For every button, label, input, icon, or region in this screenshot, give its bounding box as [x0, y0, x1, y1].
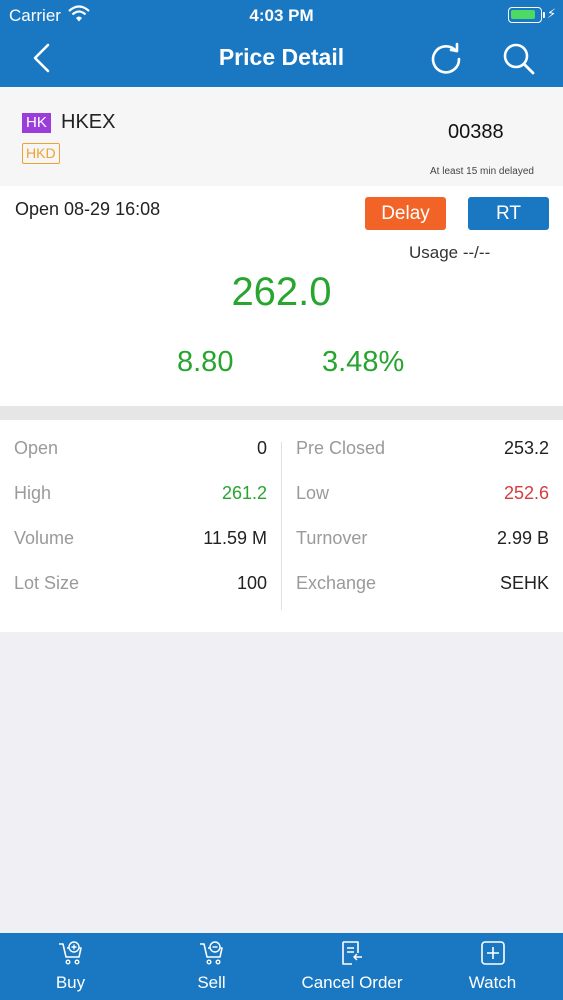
- tab-cancel-order[interactable]: Cancel Order: [282, 933, 422, 1000]
- usage-text: Usage --/--: [409, 243, 491, 262]
- stat-label-volume: Volume: [14, 528, 75, 548]
- stat-label-turnover: Turnover: [296, 528, 368, 548]
- stat-label-high: High: [14, 483, 52, 503]
- battery-level: [511, 10, 535, 19]
- price-change: 8.80: [177, 346, 234, 378]
- realtime-button[interactable]: RT: [468, 197, 549, 230]
- cart-minus-icon: [199, 941, 223, 965]
- stat-value-turnover: 2.99 B: [496, 528, 549, 548]
- tab-sell[interactable]: Sell: [141, 933, 282, 1000]
- stat-label-low: Low: [296, 483, 330, 503]
- stat-value-volume: 11.59 M: [203, 528, 267, 548]
- stat-row: Open 0 Pre Closed 253.2: [0, 438, 563, 483]
- plus-square-icon: [480, 941, 505, 965]
- page-title: Price Detail: [218, 44, 345, 70]
- section-divider: [0, 406, 563, 420]
- stat-label-exchange: Exchange: [296, 573, 377, 593]
- price-panel: Open 08-29 16:08 Delay RT Usage --/-- 26…: [0, 186, 563, 406]
- tab-label-buy: Buy: [55, 973, 86, 992]
- battery-tip: [543, 12, 545, 18]
- tab-watch[interactable]: Watch: [422, 933, 563, 1000]
- tab-buy[interactable]: Buy: [0, 933, 141, 1000]
- stock-code: 00388: [448, 121, 504, 143]
- stat-row: Volume 11.59 M Turnover 2.99 B: [0, 528, 563, 573]
- stat-label-open: Open: [14, 438, 59, 458]
- app-screen: Carrier 4:03 PM ⚡ Price Detail HK HKEX H…: [0, 0, 563, 1000]
- stat-label-lot-size: Lot Size: [14, 573, 80, 593]
- stat-row: Lot Size 100 Exchange SEHK: [0, 573, 563, 618]
- bottom-tab-bar: Buy Sell Cancel Order Watch: [0, 933, 563, 1000]
- currency-badge: HKD: [22, 143, 60, 164]
- stat-value-low: 252.6: [503, 483, 549, 503]
- header: Carrier 4:03 PM ⚡ Price Detail: [0, 0, 563, 87]
- stat-value-pre-closed: 253.2: [503, 438, 549, 458]
- tab-label-sell: Sell: [197, 973, 226, 992]
- stat-label-pre-closed: Pre Closed: [296, 438, 386, 458]
- tab-label-watch: Watch: [468, 973, 517, 992]
- delay-button[interactable]: Delay: [365, 197, 446, 230]
- charging-icon: ⚡: [547, 6, 557, 21]
- stock-info: HK HKEX HKD 00388 At least 15 min delaye…: [0, 87, 563, 186]
- stat-value-exchange: SEHK: [499, 573, 549, 593]
- refresh-icon[interactable]: [428, 40, 464, 76]
- battery-icon: [508, 7, 542, 23]
- last-price: 262.0: [231, 270, 332, 314]
- delay-note: At least 15 min delayed: [430, 166, 534, 177]
- stock-name: HKEX: [61, 111, 116, 133]
- stat-row: High 261.2 Low 252.6: [0, 483, 563, 528]
- price-change-percent: 3.48%: [322, 346, 405, 378]
- document-return-icon: [342, 941, 362, 965]
- open-time: Open 08-29 16:08: [15, 199, 161, 219]
- nav-bar: Price Detail: [0, 30, 563, 87]
- stat-value-lot-size: 100: [236, 573, 267, 593]
- stats-panel: Open 0 Pre Closed 253.2 High 261.2 Low 2…: [0, 420, 563, 632]
- stat-value-open: 0: [256, 438, 267, 458]
- stat-value-high: 261.2: [221, 483, 267, 503]
- status-bar: Carrier 4:03 PM ⚡: [0, 0, 563, 30]
- market-badge: HK: [22, 113, 51, 133]
- tab-label-cancel-order: Cancel Order: [301, 973, 403, 992]
- search-icon[interactable]: [500, 40, 536, 76]
- cart-plus-icon: [58, 941, 82, 965]
- clock: 4:03 PM: [249, 6, 314, 25]
